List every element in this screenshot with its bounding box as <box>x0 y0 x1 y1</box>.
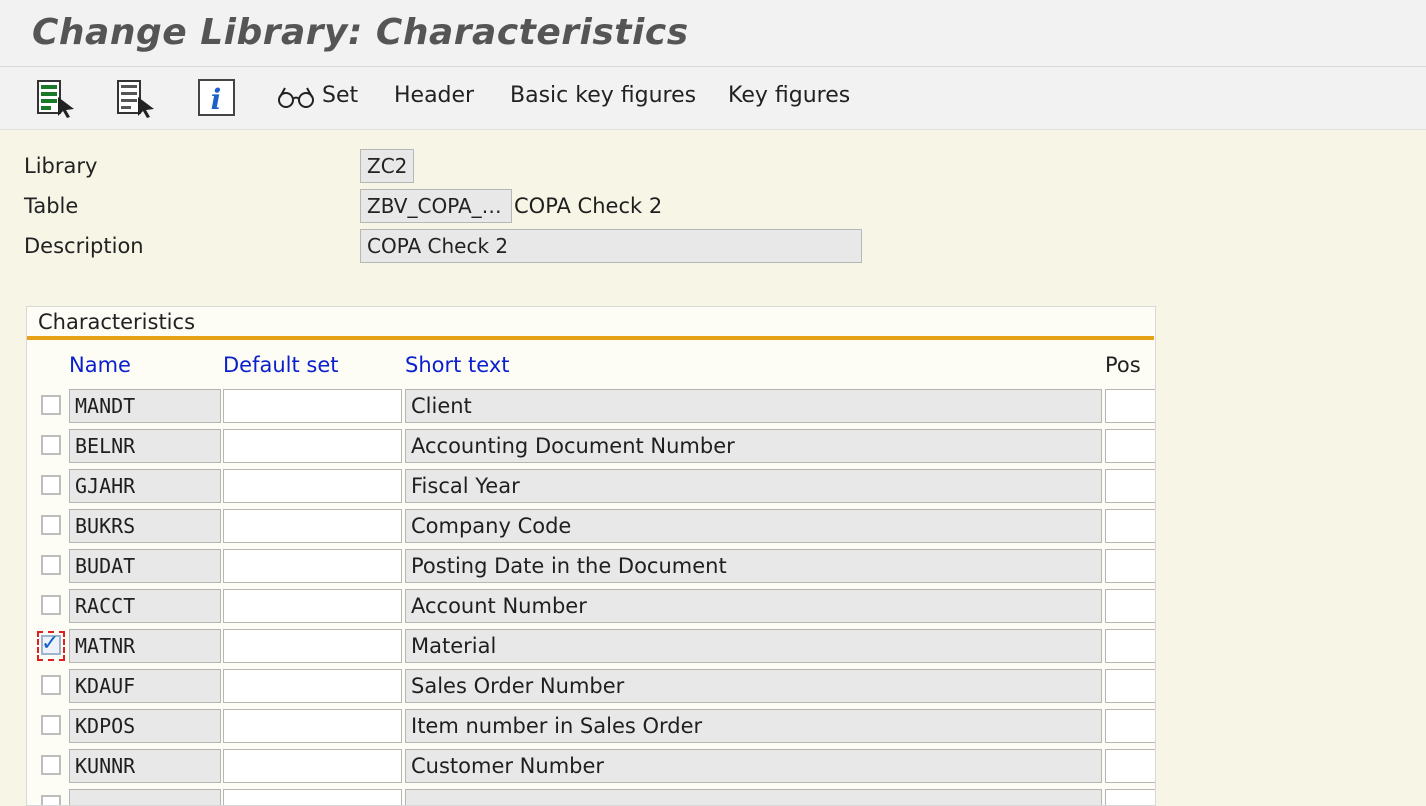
characteristic-name-cell <box>69 789 221 805</box>
short-text-cell: Customer Number <box>405 749 1102 783</box>
row-select-checkbox[interactable]: ✓ <box>41 475 61 495</box>
characteristic-name-cell: BELNR <box>69 429 221 463</box>
library-label: Library <box>24 154 98 178</box>
library-field[interactable]: ZC2 <box>360 149 414 183</box>
short-text-cell: Posting Date in the Document <box>405 549 1102 583</box>
description-label: Description <box>24 234 144 258</box>
table-row: ✓ KDPOS Item number in Sales Order <box>27 707 1155 745</box>
short-text-cell: Company Code <box>405 509 1102 543</box>
default-set-input[interactable] <box>223 709 402 743</box>
characteristic-name-cell: GJAHR <box>69 469 221 503</box>
characteristic-name-cell: BUDAT <box>69 549 221 583</box>
pos-input[interactable] <box>1105 709 1155 743</box>
pos-input[interactable] <box>1105 509 1155 543</box>
characteristic-name-cell: BUKRS <box>69 509 221 543</box>
row-select-checkbox[interactable]: ✓ <box>41 555 61 575</box>
table-row: ✓ MATNR Material <box>27 627 1155 665</box>
default-set-input[interactable] <box>223 789 402 805</box>
table-row: ✓ RACCT Account Number <box>27 587 1155 625</box>
characteristic-name-cell: RACCT <box>69 589 221 623</box>
row-select-checkbox[interactable]: ✓ <box>41 795 61 805</box>
application-toolbar: i Set Header Basic key figures Key figur… <box>0 67 1426 130</box>
table-row: ✓ BUDAT Posting Date in the Document <box>27 547 1155 585</box>
panel-divider <box>27 336 1154 340</box>
title-bar: Change Library: Characteristics <box>0 0 1426 67</box>
short-text-cell: Material <box>405 629 1102 663</box>
pos-input[interactable] <box>1105 629 1155 663</box>
row-select-checkbox[interactable]: ✓ <box>41 435 61 455</box>
column-header-default-set[interactable]: Default set <box>223 353 339 377</box>
column-header-name[interactable]: Name <box>69 353 131 377</box>
default-set-input[interactable] <box>223 509 402 543</box>
default-set-input[interactable] <box>223 389 402 423</box>
short-text-cell: Sales Order Number <box>405 669 1102 703</box>
row-select-checkbox[interactable]: ✓ <box>41 715 61 735</box>
pos-input[interactable] <box>1105 669 1155 703</box>
pos-input[interactable] <box>1105 549 1155 583</box>
table-row: ✓ <box>27 787 1155 805</box>
default-set-input[interactable] <box>223 629 402 663</box>
page-title: Change Library: Characteristics <box>32 12 689 53</box>
short-text-cell: Accounting Document Number <box>405 429 1102 463</box>
set-button[interactable]: Set <box>322 83 358 108</box>
select-all-icon[interactable] <box>36 79 76 118</box>
table-label: Table <box>24 194 79 218</box>
row-select-checkbox[interactable]: ✓ <box>37 631 65 661</box>
glasses-icon[interactable] <box>277 85 315 123</box>
pos-input[interactable] <box>1105 749 1155 783</box>
table-row: ✓ KUNNR Customer Number <box>27 747 1155 785</box>
characteristics-panel: Characteristics Name Default set Short t… <box>26 306 1156 806</box>
panel-title: Characteristics <box>38 310 196 334</box>
pos-input[interactable] <box>1105 589 1155 623</box>
default-set-input[interactable] <box>223 749 402 783</box>
header-button[interactable]: Header <box>394 83 474 108</box>
default-set-input[interactable] <box>223 469 402 503</box>
row-select-checkbox[interactable]: ✓ <box>41 675 61 695</box>
default-set-input[interactable] <box>223 589 402 623</box>
checkmark-icon: ✓ <box>41 631 60 656</box>
pos-input[interactable] <box>1105 429 1155 463</box>
short-text-cell <box>405 789 1102 805</box>
default-set-input[interactable] <box>223 429 402 463</box>
short-text-cell: Account Number <box>405 589 1102 623</box>
characteristic-name-cell: KDPOS <box>69 709 221 743</box>
description-field[interactable]: COPA Check 2 <box>360 229 862 263</box>
characteristic-name-cell: KUNNR <box>69 749 221 783</box>
default-set-input[interactable] <box>223 549 402 583</box>
default-set-input[interactable] <box>223 669 402 703</box>
table-row: ✓ GJAHR Fiscal Year <box>27 467 1155 505</box>
table-row: ✓ BUKRS Company Code <box>27 507 1155 545</box>
info-icon[interactable]: i <box>198 79 236 117</box>
row-select-checkbox[interactable]: ✓ <box>41 755 61 775</box>
basic-key-figures-button[interactable]: Basic key figures <box>510 83 696 108</box>
key-figures-button[interactable]: Key figures <box>728 83 850 108</box>
svg-text:i: i <box>211 83 222 116</box>
characteristic-name-cell: MATNR <box>69 629 221 663</box>
table-row: ✓ MANDT Client <box>27 387 1155 425</box>
pos-input[interactable] <box>1105 389 1155 423</box>
pos-input[interactable] <box>1105 789 1155 805</box>
deselect-all-icon[interactable] <box>116 79 156 118</box>
short-text-cell: Item number in Sales Order <box>405 709 1102 743</box>
characteristic-name-cell: KDAUF <box>69 669 221 703</box>
table-field[interactable]: ZBV_COPA_… <box>360 189 512 223</box>
column-header-pos[interactable]: Pos <box>1105 353 1141 377</box>
row-select-checkbox[interactable]: ✓ <box>41 595 61 615</box>
table-row: ✓ KDAUF Sales Order Number <box>27 667 1155 705</box>
table-description: COPA Check 2 <box>514 194 663 218</box>
row-select-checkbox[interactable]: ✓ <box>41 515 61 535</box>
column-header-short-text[interactable]: Short text <box>405 353 509 377</box>
short-text-cell: Fiscal Year <box>405 469 1102 503</box>
pos-input[interactable] <box>1105 469 1155 503</box>
characteristic-name-cell: MANDT <box>69 389 221 423</box>
row-select-checkbox[interactable]: ✓ <box>41 395 61 415</box>
table-row: ✓ BELNR Accounting Document Number <box>27 427 1155 465</box>
short-text-cell: Client <box>405 389 1102 423</box>
